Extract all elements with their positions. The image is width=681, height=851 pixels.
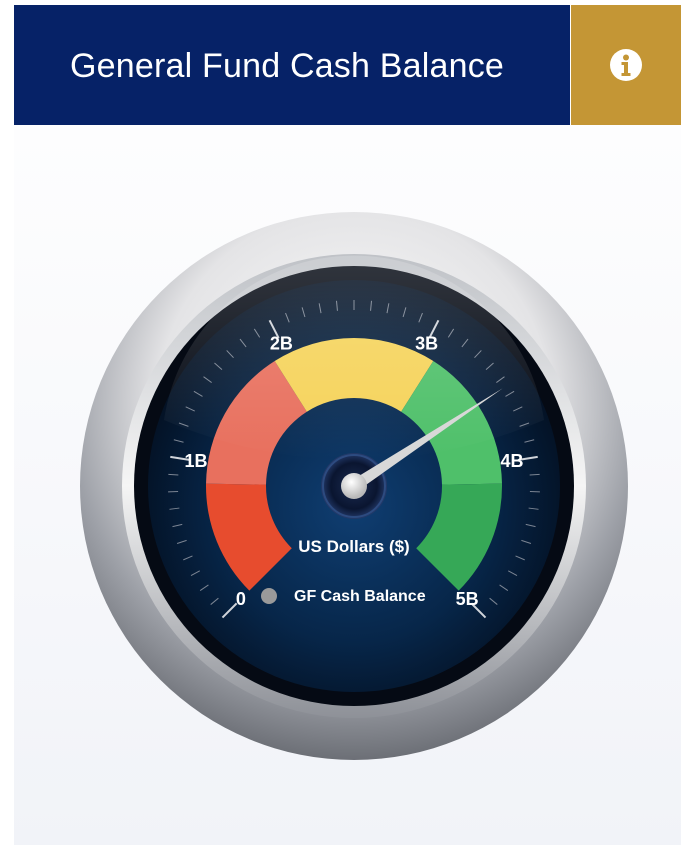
gauge-chart: 01B2B3B4B5B US Dollars ($) GF Cash Balan…: [80, 212, 628, 760]
tick-label: 0: [236, 589, 246, 609]
tick-label: 5B: [456, 589, 479, 609]
gauge-unit-label: US Dollars ($): [298, 537, 409, 556]
minor-tick: [529, 473, 540, 476]
tick-label: 4B: [501, 451, 524, 471]
legend-label: GF Cash Balance: [294, 588, 426, 605]
minor-tick: [168, 473, 179, 476]
tick-label: 1B: [184, 451, 207, 471]
needle-cap: [341, 473, 367, 499]
legend-marker: [261, 588, 277, 604]
